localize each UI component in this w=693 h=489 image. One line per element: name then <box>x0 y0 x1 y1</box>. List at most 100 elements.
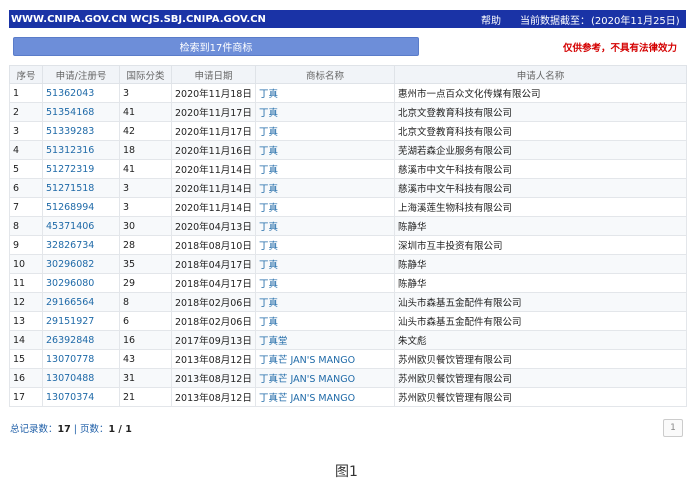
reg-number-link[interactable]: 13070374 <box>46 392 94 403</box>
figure-caption: 图1 <box>335 464 358 480</box>
reg-number-cell: 51362043 <box>42 83 120 103</box>
reg-number-link[interactable]: 29151927 <box>46 316 94 327</box>
mark-name-link[interactable]: 丁真 <box>259 317 278 328</box>
top-header-bar: WWW.CNIPA.GOV.CN WCJS.SBJ.CNIPA.GOV.CN 帮… <box>9 10 686 28</box>
intl-class-cell: 31 <box>119 368 172 388</box>
intl-class-cell: 35 <box>119 254 172 274</box>
header-reg-number: 申请/注册号 <box>42 65 120 84</box>
reg-number-link[interactable]: 51272319 <box>46 164 94 175</box>
help-link[interactable]: 帮助 <box>481 12 501 27</box>
reg-number-link[interactable]: 13070488 <box>46 373 94 384</box>
reg-number-link[interactable]: 51354168 <box>46 107 94 118</box>
table-row[interactable]: 5 51272319 41 2020年11月14日 丁真 慈溪市中文午科技有限公司 <box>9 159 687 179</box>
mark-name-cell: 丁真 <box>255 235 395 255</box>
reg-number-link[interactable]: 51271518 <box>46 183 94 194</box>
table-row[interactable]: 2 51354168 41 2020年11月17日 丁真 北京文登教育科技有限公司 <box>9 102 687 122</box>
applicant-cell: 陈静华 <box>394 273 687 293</box>
reg-number-cell: 13070488 <box>42 368 120 388</box>
reg-number-link[interactable]: 30296082 <box>46 259 94 270</box>
mark-name-link[interactable]: 丁真 <box>259 260 278 271</box>
mark-name-cell: 丁真 <box>255 292 395 312</box>
reg-number-cell: 51268994 <box>42 197 120 217</box>
mark-name-cell: 丁真 <box>255 159 395 179</box>
intl-class-cell: 18 <box>119 140 172 160</box>
table-row[interactable]: 4 51312316 18 2020年11月16日 丁真 芜湖若森企业服务有限公司 <box>9 140 687 160</box>
reg-number-link[interactable]: 26392848 <box>46 335 94 346</box>
reg-number-link[interactable]: 29166564 <box>46 297 94 308</box>
apply-date-cell: 2017年09月13日 <box>171 330 256 350</box>
mark-name-link[interactable]: 丁真芒 JAN'S MANGO <box>259 374 355 385</box>
applicant-cell: 苏州欧贝餐饮管理有限公司 <box>394 368 687 388</box>
intl-class-cell: 28 <box>119 235 172 255</box>
pages-label: 页数： <box>80 424 109 435</box>
mark-name-link[interactable]: 丁真 <box>259 222 278 233</box>
mark-name-link[interactable]: 丁真 <box>259 165 278 176</box>
apply-date-cell: 2013年08月12日 <box>171 368 256 388</box>
table-row[interactable]: 1 51362043 3 2020年11月18日 丁真 惠州市一点百众文化传媒有限公司 <box>9 83 687 103</box>
summary-separator: | <box>70 424 80 435</box>
applicant-cell: 苏州欧贝餐饮管理有限公司 <box>394 349 687 369</box>
table-row[interactable]: 9 32826734 28 2018年08月10日 丁真 深圳市互丰投资有限公司 <box>9 235 687 255</box>
intl-class-cell: 41 <box>119 159 172 179</box>
reg-number-link[interactable]: 51268994 <box>46 202 94 213</box>
reg-number-link[interactable]: 45371406 <box>46 221 94 232</box>
reg-number-link[interactable]: 51312316 <box>46 145 94 156</box>
table-row[interactable]: 16 13070488 31 2013年08月12日 丁真芒 JAN'S MANGO 苏州… <box>9 368 687 388</box>
serial-cell: 3 <box>9 121 43 141</box>
table-row[interactable]: 6 51271518 3 2020年11月14日 丁真 慈溪市中文午科技有限公司 <box>9 178 687 198</box>
intl-class-cell: 43 <box>119 349 172 369</box>
applicant-cell: 惠州市一点百众文化传媒有限公司 <box>394 83 687 103</box>
mark-name-link[interactable]: 丁真 <box>259 146 278 157</box>
mark-name-link[interactable]: 丁真 <box>259 241 278 252</box>
reg-number-link[interactable]: 51339283 <box>46 126 94 137</box>
table-row[interactable]: 12 29166564 8 2018年02月06日 丁真 汕头市森基五金配件有限公司 <box>9 292 687 312</box>
applicant-cell: 北京文登教育科技有限公司 <box>394 102 687 122</box>
table-row[interactable]: 10 30296082 35 2018年04月17日 丁真 陈静华 <box>9 254 687 274</box>
reg-number-cell: 51354168 <box>42 102 120 122</box>
table-row[interactable]: 14 26392848 16 2017年09月13日 丁真堂 朱文彪 <box>9 330 687 350</box>
table-header-row: 序号 申请/注册号 国际分类 申请日期 商标名称 申请人名称 <box>9 65 687 84</box>
pages-value: 1 / 1 <box>108 424 132 435</box>
serial-cell: 4 <box>9 140 43 160</box>
mark-name-link[interactable]: 丁真芒 JAN'S MANGO <box>259 393 355 404</box>
mark-name-link[interactable]: 丁真堂 <box>259 336 288 347</box>
mark-name-link[interactable]: 丁真芒 JAN'S MANGO <box>259 355 355 366</box>
apply-date-cell: 2020年11月16日 <box>171 140 256 160</box>
reg-number-cell: 51339283 <box>42 121 120 141</box>
table-row[interactable]: 13 29151927 6 2018年02月06日 丁真 汕头市森基五金配件有限公司 <box>9 311 687 331</box>
applicant-cell: 朱文彪 <box>394 330 687 350</box>
reg-number-link[interactable]: 51362043 <box>46 88 94 99</box>
header-apply-date: 申请日期 <box>171 65 256 84</box>
mark-name-link[interactable]: 丁真 <box>259 184 278 195</box>
mark-name-cell: 丁真 <box>255 254 395 274</box>
applicant-cell: 陈静华 <box>394 254 687 274</box>
reg-number-link[interactable]: 32826734 <box>46 240 94 251</box>
reg-number-link[interactable]: 30296080 <box>46 278 94 289</box>
intl-class-cell: 3 <box>119 178 172 198</box>
mark-name-link[interactable]: 丁真 <box>259 108 278 119</box>
mark-name-link[interactable]: 丁真 <box>259 203 278 214</box>
table-row[interactable]: 7 51268994 3 2020年11月14日 丁真 上海溪莲生物科技有限公司 <box>9 197 687 217</box>
table-row[interactable]: 15 13070778 43 2013年08月12日 丁真芒 JAN'S MANGO 苏州… <box>9 349 687 369</box>
table-body: 1 51362043 3 2020年11月18日 丁真 惠州市一点百众文化传媒有限公司 2 5… <box>9 83 687 407</box>
result-count-button[interactable]: 检索到17件商标 <box>13 37 419 56</box>
serial-cell: 12 <box>9 292 43 312</box>
table-row[interactable]: 11 30296080 29 2018年04月17日 丁真 陈静华 <box>9 273 687 293</box>
page-button[interactable]: 1 <box>663 419 683 437</box>
apply-date-cell: 2018年04月17日 <box>171 254 256 274</box>
intl-class-cell: 41 <box>119 102 172 122</box>
total-count: 17 <box>57 424 71 435</box>
table-row[interactable]: 17 13070374 21 2013年08月12日 丁真芒 JAN'S MANGO 苏州… <box>9 387 687 407</box>
mark-name-link[interactable]: 丁真 <box>259 279 278 290</box>
mark-name-link[interactable]: 丁真 <box>259 298 278 309</box>
table-row[interactable]: 3 51339283 42 2020年11月17日 丁真 北京文登教育科技有限公司 <box>9 121 687 141</box>
serial-cell: 10 <box>9 254 43 274</box>
serial-cell: 14 <box>9 330 43 350</box>
table-row[interactable]: 8 45371406 30 2020年04月13日 丁真 陈静华 <box>9 216 687 236</box>
applicant-cell: 苏州欧贝餐饮管理有限公司 <box>394 387 687 407</box>
reg-number-link[interactable]: 13070778 <box>46 354 94 365</box>
mark-name-link[interactable]: 丁真 <box>259 89 278 100</box>
applicant-cell: 芜湖若森企业服务有限公司 <box>394 140 687 160</box>
mark-name-link[interactable]: 丁真 <box>259 127 278 138</box>
apply-date-cell: 2020年11月14日 <box>171 178 256 198</box>
